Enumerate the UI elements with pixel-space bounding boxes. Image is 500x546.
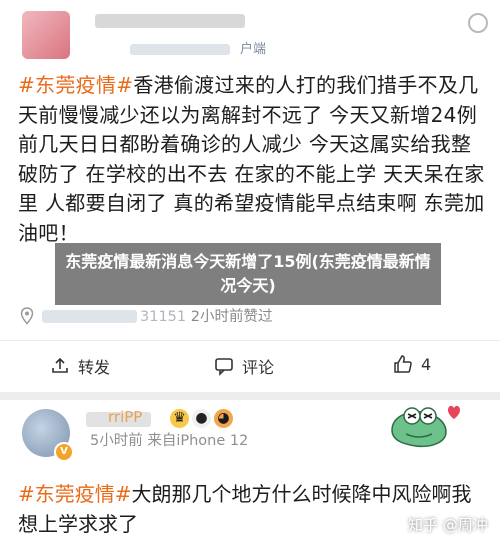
post-card-2: V rriPP ♛ ● ◕ 5小时前 来自iPhone 12 #东莞疫情#大朗那… [0,400,500,546]
headline-overlay: 东莞疫情最新消息今天新增了15例(东莞疫情最新情况今天) [55,243,441,305]
like-count: 4 [421,354,432,374]
hashtag-link[interactable]: #东莞疫情# [18,73,133,97]
blurred-username[interactable] [95,14,245,28]
crown-emoji-icon: ♛ [170,409,189,428]
more-options-icon[interactable] [468,13,488,33]
headline-text: 东莞疫情最新消息今天新增了15例(东莞疫情最新情况今天) [65,252,431,295]
post-body: #东莞疫情#香港偷渡过来的人打的我们措手不及几天前慢慢减少还以为离解封不远了 今… [18,71,488,249]
blurred-meta [130,44,230,55]
post-meta: 31151 2小时前赞过 [140,305,272,326]
dog-emoji-icon: ◕ [214,409,233,428]
location-icon [20,307,34,325]
meta-fragment: 31151 [140,309,187,325]
post-text: 香港偷渡过来的人打的我们措手不及几天前慢慢减少还以为离解封不远了 今天又新增24… [18,73,485,245]
client-label: 户端 [240,42,267,57]
avatar[interactable] [22,11,70,59]
post-card-1: 户端 #东莞疫情#香港偷渡过来的人打的我们措手不及几天前慢慢减少还以为离解封不远… [0,0,500,392]
repost-button[interactable]: 转发 [50,354,110,378]
blurred-meta-2 [42,310,137,323]
comment-label: 评论 [242,358,275,377]
like-button[interactable]: 4 [393,354,431,374]
thumbs-up-icon [394,355,412,373]
repost-icon [52,357,68,373]
verified-badge-icon: V [54,442,74,462]
comment-icon [215,358,233,376]
sticker-icon [391,405,460,448]
username-fragment[interactable]: rriPP [108,408,142,426]
comment-button[interactable]: 评论 [214,354,274,378]
hashtag-link[interactable]: #东莞疫情# [18,482,132,506]
repost-label: 转发 [78,358,111,377]
post-time: 2小时前赞过 [190,309,273,325]
panda-emoji-icon: ● [192,409,211,428]
post-meta: 5小时前 来自iPhone 12 [90,429,248,450]
action-bar: 转发 评论 4 [0,340,500,391]
client-label: 来自iPhone 12 [147,433,249,449]
post-time: 5小时前 [90,433,143,449]
section-divider [0,392,500,400]
watermark: 知乎 @周冲 [408,516,488,534]
